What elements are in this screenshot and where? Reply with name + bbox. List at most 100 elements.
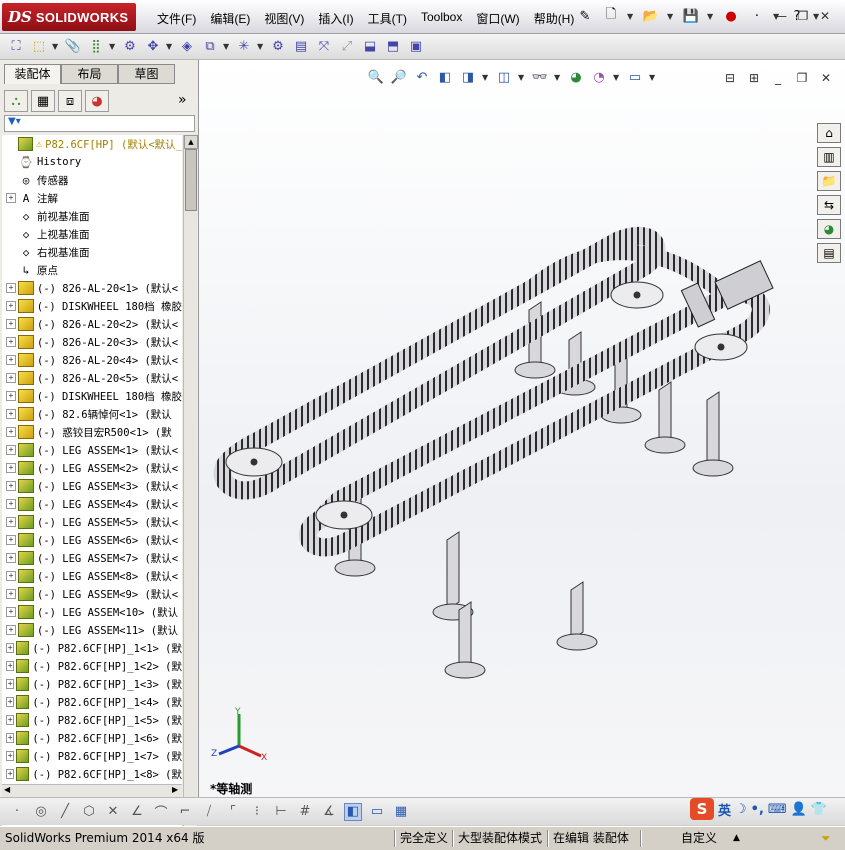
offset-icon[interactable]: ⧸ <box>200 803 218 821</box>
tree-item[interactable]: + (-) LEG ASSEM<10> (默认 <box>2 603 182 621</box>
smart-fasteners-icon[interactable]: ⚙ <box>120 37 140 57</box>
mate-icon[interactable]: 📎 <box>63 37 83 57</box>
tree-item[interactable]: + (-) P82.6CF[HP]_1<6> (默 <box>2 729 182 747</box>
funnel-icon[interactable]: ▼▾ <box>8 116 21 127</box>
tree-root[interactable]: ⚠ P82.6CF[HP] (默认<默认_ <box>2 135 182 153</box>
property-manager-icon[interactable]: ▦ <box>31 90 55 112</box>
tree-item[interactable]: + (-) LEG ASSEM<5> (默认< <box>2 513 182 531</box>
expand-node-icon[interactable]: + <box>6 193 16 203</box>
interference-detection-icon[interactable]: ⬓ <box>360 37 380 57</box>
keyboard-icon[interactable]: ⌨ <box>768 802 787 817</box>
expand-node-icon[interactable]: + <box>6 697 15 707</box>
tree-vertical-scrollbar[interactable]: ▲ ▼ <box>183 135 198 841</box>
restore-icon[interactable]: ❐ <box>795 8 811 24</box>
expand-node-icon[interactable]: + <box>6 589 16 599</box>
tree-item[interactable]: + (-) LEG ASSEM<3> (默认< <box>2 477 182 495</box>
expand-node-icon[interactable]: + <box>6 661 15 671</box>
shirt-icon[interactable]: 👕 <box>811 802 827 817</box>
menu-tools[interactable]: 工具(T) <box>361 8 414 29</box>
expand-node-icon[interactable]: + <box>6 517 16 527</box>
expand-node-icon[interactable]: + <box>6 715 15 725</box>
menu-insert[interactable]: 插入(I) <box>311 8 360 29</box>
expand-node-icon[interactable]: + <box>6 355 16 365</box>
scroll-left-icon[interactable]: ◀ <box>4 785 10 794</box>
tree-item[interactable]: + (-) LEG ASSEM<9> (默认< <box>2 585 182 603</box>
punctuation-icon[interactable]: •, <box>751 802 764 817</box>
exploded-view-icon[interactable]: ⤧ <box>314 37 334 57</box>
linear-pattern-icon[interactable]: ⣿ <box>86 37 106 57</box>
polygon-icon[interactable]: ⬡ <box>80 803 98 821</box>
ime-language-toggle[interactable]: 英 <box>718 800 731 819</box>
dimension-icon[interactable]: ⊢ <box>272 803 290 821</box>
refgeom-dropdown-icon[interactable]: ▼ <box>257 42 265 51</box>
traffic-light-icon[interactable]: ● <box>721 6 741 26</box>
tree-item[interactable]: + (-) 826-AL-20<3> (默认< <box>2 333 182 351</box>
scroll-thumb[interactable] <box>185 149 197 211</box>
scroll-up-icon[interactable]: ▲ <box>184 135 198 149</box>
tree-item[interactable]: + (-) P82.6CF[HP]_1<4> (默 <box>2 693 182 711</box>
custom-properties-icon[interactable]: ▤ <box>817 243 841 263</box>
angle-icon[interactable]: ∡ <box>320 803 338 821</box>
tree-item[interactable]: + (-) LEG ASSEM<11> (默认 <box>2 621 182 639</box>
configuration-manager-icon[interactable]: ⧈ <box>58 90 82 112</box>
expand-node-icon[interactable]: + <box>6 319 16 329</box>
tree-item[interactable]: + (-) P82.6CF[HP]_1<8> (默 <box>2 765 182 783</box>
expand-node-icon[interactable]: + <box>6 409 16 419</box>
tree-item[interactable]: + (-) P82.6CF[HP]_1<2> (默 <box>2 657 182 675</box>
tree-item[interactable]: + (-) P82.6CF[HP]_1<1> (默 <box>2 639 182 657</box>
show-hidden-icon[interactable]: ◈ <box>177 37 197 57</box>
edit-component-icon[interactable]: ⛶ <box>6 37 26 57</box>
tree-filter-input[interactable]: ▼▾ <box>4 115 195 132</box>
expand-node-icon[interactable]: + <box>6 373 16 383</box>
new-dropdown-icon[interactable]: ▼ <box>627 12 635 21</box>
tree-item[interactable]: + (-) LEG ASSEM<6> (默认< <box>2 531 182 549</box>
save-dropdown-icon[interactable]: ▼ <box>707 12 715 21</box>
tab-layout[interactable]: 布局 <box>61 64 118 84</box>
tree-item[interactable]: + (-) LEG ASSEM<2> (默认< <box>2 459 182 477</box>
tab-sketch[interactable]: 草图 <box>118 64 175 84</box>
units-dropdown-icon[interactable]: ▲ <box>730 830 743 847</box>
expand-node-icon[interactable]: + <box>6 643 15 653</box>
expand-node-icon[interactable]: + <box>6 283 16 293</box>
design-library-icon[interactable]: ▥ <box>817 147 841 167</box>
tree-item[interactable]: + (-) DISKWHEEL 180档 橡胶 <box>2 387 182 405</box>
trim-icon[interactable]: ✕ <box>104 803 122 821</box>
explode-line-sketch-icon[interactable]: ⤢ <box>337 37 357 57</box>
expand-node-icon[interactable]: + <box>6 445 16 455</box>
move-component-icon[interactable]: ✥ <box>143 37 163 57</box>
tree-item[interactable]: + (-) LEG ASSEM<4> (默认< <box>2 495 182 513</box>
tree-item[interactable]: + (-) 826-AL-20<5> (默认< <box>2 369 182 387</box>
expand-node-icon[interactable]: + <box>6 607 16 617</box>
display-manager-icon[interactable]: ◕ <box>85 90 109 112</box>
menu-help[interactable]: 帮助(H) <box>527 8 582 29</box>
fillet-icon[interactable]: ⌒ <box>152 803 170 821</box>
3d-box-icon[interactable]: ◧ <box>344 802 362 821</box>
open-folder-icon[interactable]: 📂 <box>641 6 661 26</box>
table-icon[interactable]: ▦ <box>392 803 410 821</box>
expand-node-icon[interactable]: + <box>6 463 16 473</box>
solidworks-resources-icon[interactable]: ⌂ <box>817 123 841 143</box>
tab-assembly[interactable]: 装配体 <box>4 64 61 84</box>
options-icon[interactable]: · <box>747 6 767 26</box>
expand-node-icon[interactable]: + <box>6 769 15 779</box>
expand-node-icon[interactable]: + <box>6 337 16 347</box>
assembly-features-icon[interactable]: ⧉ <box>200 37 220 57</box>
expand-node-icon[interactable]: + <box>6 553 16 563</box>
insert-dropdown-icon[interactable]: ▼ <box>52 42 60 51</box>
layout-icon[interactable]: ▭ <box>368 803 386 821</box>
expand-node-icon[interactable]: + <box>6 427 16 437</box>
status-units[interactable]: 自定义 <box>678 830 720 847</box>
menu-view[interactable]: 视图(V) <box>257 8 311 29</box>
tree-item[interactable]: + (-) P82.6CF[HP]_1<7> (默 <box>2 747 182 765</box>
appearances-scenes-icon[interactable]: ◕ <box>817 219 841 239</box>
expand-node-icon[interactable]: + <box>6 301 16 311</box>
tree-item[interactable]: + (-) DISKWHEEL 180档 橡胶 <box>2 297 182 315</box>
circle-icon[interactable]: ◎ <box>32 803 50 821</box>
solidworks-logo[interactable]: DS SOLIDWORKS <box>2 3 136 31</box>
tree-item[interactable]: ⌚ History <box>2 153 182 171</box>
tree-item[interactable]: + (-) P82.6CF[HP]_1<3> (默 <box>2 675 182 693</box>
tree-item[interactable]: + (-) 826-AL-20<2> (默认< <box>2 315 182 333</box>
rebuild-tag-icon[interactable]: ⏷ <box>818 830 834 847</box>
menu-file[interactable]: 文件(F) <box>150 8 203 29</box>
tree-item[interactable]: + A 注解 <box>2 189 182 207</box>
